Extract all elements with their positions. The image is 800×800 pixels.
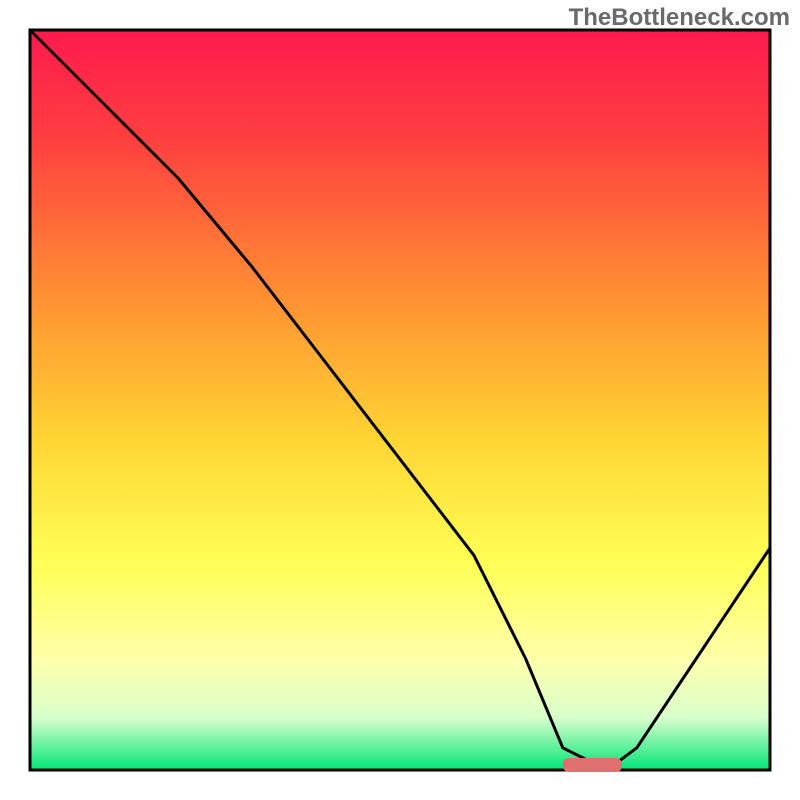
chart-container: TheBottleneck.com [0,0,800,800]
watermark-text: TheBottleneck.com [569,4,790,32]
bottleneck-chart [0,0,800,800]
optimal-marker [563,758,622,772]
